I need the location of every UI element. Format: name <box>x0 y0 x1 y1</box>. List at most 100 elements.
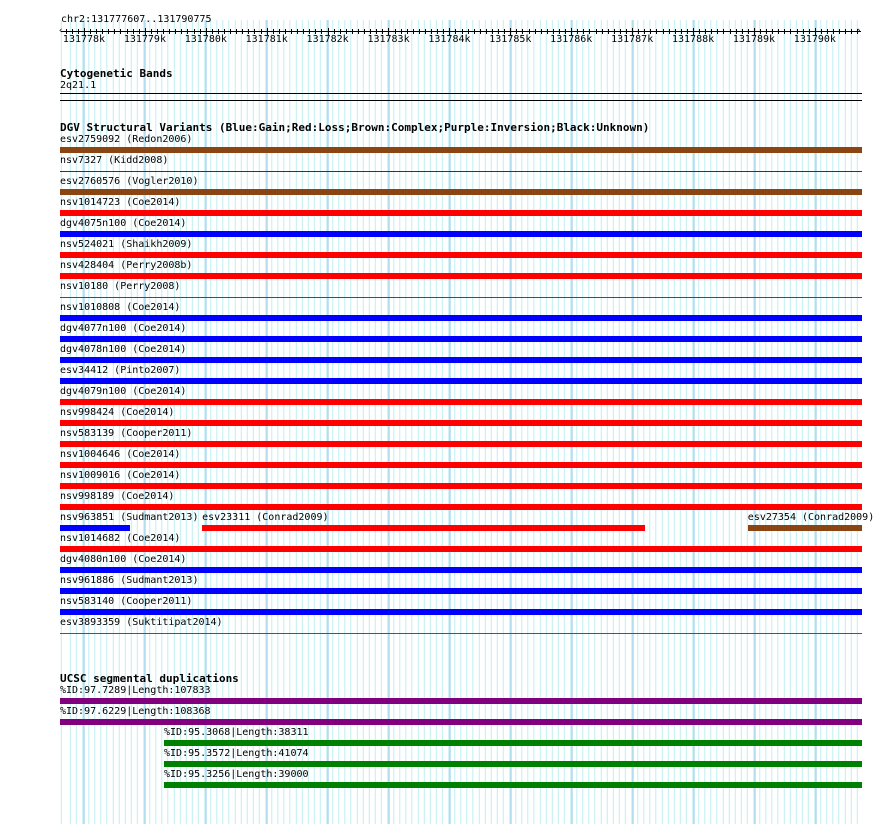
ruler-minor-tick <box>851 29 853 34</box>
ruler-minor-tick <box>291 29 292 34</box>
feature-label[interactable]: %ID:97.7289|Length:107833 <box>60 685 211 696</box>
feature-bar[interactable] <box>60 297 862 298</box>
feature-bar[interactable] <box>747 525 862 531</box>
feature-bar[interactable] <box>60 252 862 258</box>
ruler-minor-tick <box>595 29 597 34</box>
feature-label[interactable]: nsv1014682 (Coe2014) <box>60 533 180 544</box>
feature-bar[interactable] <box>60 336 862 342</box>
cytoband-label[interactable]: 2q21.1 <box>60 80 96 91</box>
feature-label[interactable]: nsv998424 (Coe2014) <box>60 407 174 418</box>
feature-bar[interactable] <box>60 698 862 704</box>
ruler-tick-label: 131781k <box>245 34 288 45</box>
ruler-minor-tick <box>425 29 426 34</box>
ruler-tick-label: 131789k <box>732 34 776 45</box>
feature-bar[interactable] <box>60 315 862 321</box>
feature-bar[interactable] <box>60 567 862 573</box>
ruler-minor-tick <box>303 29 305 34</box>
feature-label[interactable]: nsv583140 (Cooper2011) <box>60 596 192 607</box>
feature-bar[interactable] <box>60 189 862 195</box>
feature-label[interactable]: esv2760576 (Vogler2010) <box>60 176 198 187</box>
feature-bar[interactable] <box>60 399 862 405</box>
feature-label[interactable]: dgv4077n100 (Coe2014) <box>60 323 186 334</box>
feature-label[interactable]: nsv428404 (Perry2008b) <box>60 260 192 271</box>
feature-label[interactable]: %ID:95.3572|Length:41074 <box>164 748 309 759</box>
feature-label[interactable]: %ID:95.3068|Length:38311 <box>164 727 309 738</box>
feature-label[interactable]: esv3893359 (Suktitipat2014) <box>60 617 223 628</box>
ruler-tick-label: 131787k <box>611 34 654 45</box>
ruler-tick-label: 131779k <box>123 34 166 45</box>
feature-bar[interactable] <box>60 420 862 426</box>
feature-bar[interactable] <box>60 357 862 363</box>
ruler-minor-tick <box>418 29 420 34</box>
feature-bar[interactable] <box>60 210 862 216</box>
feature-bar[interactable] <box>60 231 862 237</box>
feature-label[interactable]: nsv583139 (Cooper2011) <box>60 428 192 439</box>
feature-bar[interactable] <box>60 378 862 384</box>
ruler-minor-tick <box>662 29 664 34</box>
ruler-tick-label: 131786k <box>550 34 593 45</box>
ruler-minor-tick <box>351 29 353 34</box>
feature-bar[interactable] <box>60 504 862 510</box>
ruler-minor-tick <box>668 29 670 34</box>
ruler-minor-tick <box>546 29 548 34</box>
ruler-minor-tick <box>230 29 232 34</box>
ruler-tick-label: 131780k <box>184 34 227 45</box>
feature-bar[interactable] <box>60 609 862 615</box>
ruler-minor-tick <box>601 29 603 34</box>
dgv-track-title: DGV Structural Variants (Blue:Gain;Red:L… <box>60 121 650 134</box>
ruler-minor-tick <box>236 29 238 34</box>
feature-label[interactable]: nsv10180 (Perry2008) <box>60 281 180 292</box>
feature-label[interactable]: nsv7327 (Kidd2008) <box>60 155 168 166</box>
feature-label[interactable]: nsv963851 (Sudmant2013) <box>60 512 198 523</box>
feature-bar[interactable] <box>164 782 862 788</box>
feature-bar[interactable] <box>60 147 862 153</box>
feature-label[interactable]: dgv4078n100 (Coe2014) <box>60 344 186 355</box>
ruler-minor-tick <box>297 29 299 34</box>
feature-label[interactable]: esv27354 (Conrad2009) <box>748 512 874 523</box>
ruler-minor-tick <box>485 29 487 34</box>
feature-label[interactable]: esv23311 (Conrad2009) <box>202 512 328 523</box>
ruler-minor-tick <box>540 29 542 34</box>
feature-bar[interactable] <box>202 525 645 531</box>
feature-bar[interactable] <box>60 719 862 725</box>
feature-label[interactable]: nsv1009016 (Coe2014) <box>60 470 180 481</box>
feature-bar[interactable] <box>60 462 862 468</box>
feature-bar[interactable] <box>164 740 862 746</box>
ruler-tick-label: 131784k <box>428 34 471 45</box>
ruler-minor-tick <box>169 29 171 34</box>
feature-label[interactable]: dgv4079n100 (Coe2014) <box>60 386 186 397</box>
feature-label[interactable]: nsv1010808 (Coe2014) <box>60 302 180 313</box>
ruler-minor-tick <box>175 29 177 34</box>
ruler-minor-tick <box>839 29 841 34</box>
ruler-tick-label: 131785k <box>489 34 532 45</box>
segdup-track-title: UCSC segmental duplications <box>60 672 239 685</box>
feature-bar[interactable] <box>60 441 862 447</box>
feature-bar[interactable] <box>60 171 862 172</box>
ruler-minor-tick <box>857 29 859 34</box>
feature-label[interactable]: nsv961886 (Sudmant2013) <box>60 575 198 586</box>
feature-bar[interactable] <box>164 761 862 767</box>
ruler-minor-tick <box>358 29 359 34</box>
ruler-minor-tick <box>717 29 719 34</box>
feature-bar[interactable] <box>60 633 862 634</box>
feature-bar[interactable] <box>60 273 862 279</box>
ruler-tick-label: 131782k <box>306 34 349 45</box>
feature-label[interactable]: %ID:95.3256|Length:39000 <box>164 769 309 780</box>
feature-label[interactable]: esv2759092 (Redon2006) <box>60 134 192 145</box>
ruler-tick-label: 131778k <box>62 34 106 45</box>
feature-label[interactable]: nsv524021 (Shaikh2009) <box>60 239 192 250</box>
feature-label[interactable]: dgv4075n100 (Coe2014) <box>60 218 186 229</box>
feature-bar[interactable] <box>60 525 131 531</box>
feature-label[interactable]: dgv4080n100 (Coe2014) <box>60 554 186 565</box>
feature-bar[interactable] <box>60 546 862 552</box>
ruler-minor-tick <box>607 29 609 34</box>
feature-label[interactable]: nsv998189 (Coe2014) <box>60 491 174 502</box>
feature-label[interactable]: esv34412 (Pinto2007) <box>60 365 180 376</box>
feature-label[interactable]: nsv1014723 (Coe2014) <box>60 197 180 208</box>
track-divider <box>60 100 862 101</box>
feature-label[interactable]: %ID:97.6229|Length:108368 <box>60 706 211 717</box>
ruler-minor-tick <box>479 29 481 34</box>
feature-bar[interactable] <box>60 483 862 489</box>
feature-label[interactable]: nsv1004646 (Coe2014) <box>60 449 180 460</box>
feature-bar[interactable] <box>60 588 862 594</box>
